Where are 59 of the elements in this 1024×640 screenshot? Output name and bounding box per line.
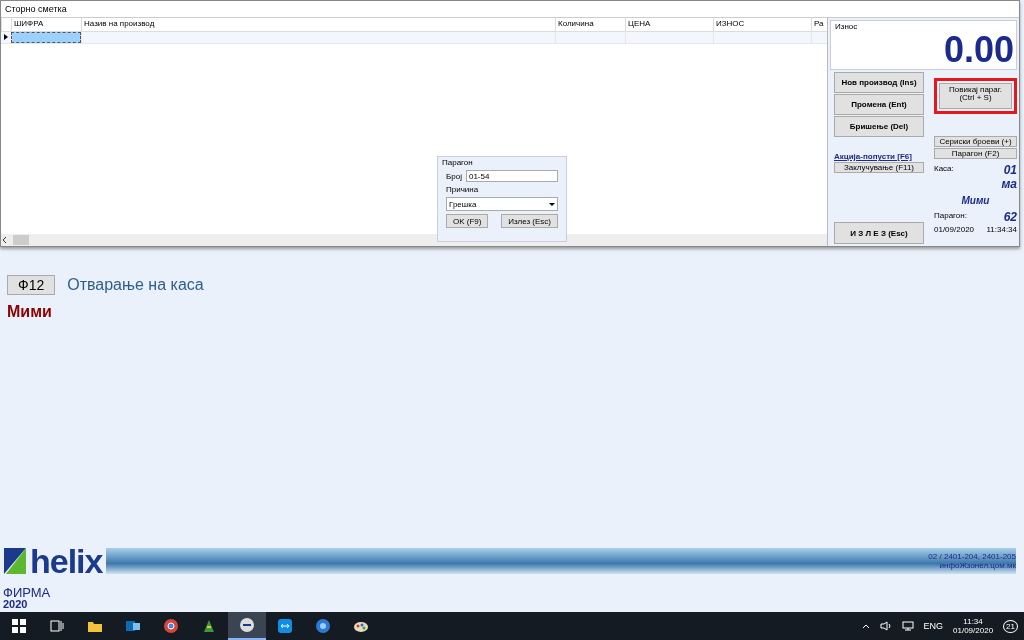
- help-icon: [315, 618, 331, 634]
- column-header[interactable]: Ра: [811, 18, 827, 31]
- app-icon: [239, 617, 255, 633]
- network-icon: [901, 621, 914, 631]
- year-text: 2020: [3, 599, 29, 609]
- company-name: ФИРМА: [3, 586, 52, 599]
- remote-icon: [277, 618, 293, 634]
- action-button[interactable]: Нов производ (Ins): [834, 72, 924, 93]
- horizontal-scrollbar[interactable]: [1, 234, 827, 246]
- scroll-thumb[interactable]: [13, 235, 29, 245]
- user-name: Мими: [961, 195, 990, 206]
- column-header[interactable]: ЦЕНА: [625, 18, 713, 31]
- clock[interactable]: 11:34 01/09/2020: [953, 617, 994, 635]
- amount-label: Износ: [835, 22, 858, 31]
- action-button[interactable]: Бришење (Del): [834, 116, 924, 137]
- action-label: Отварање на каса: [67, 276, 204, 294]
- lock-button[interactable]: Заклучување (F11): [834, 162, 924, 173]
- mail-icon: [125, 618, 141, 634]
- reason-dropdown[interactable]: Грешка: [446, 197, 558, 211]
- dialog-button[interactable]: Излез (Esc): [501, 214, 558, 228]
- column-header[interactable]: Количина: [555, 18, 625, 31]
- call-receipt-button[interactable]: Повикај параг. (Ctrl + S): [939, 83, 1012, 109]
- dialog-button[interactable]: OK (F9): [446, 214, 489, 228]
- table-cell[interactable]: [11, 32, 81, 43]
- windows-icon: [11, 618, 27, 634]
- user-name: Мими: [7, 303, 53, 321]
- column-header[interactable]: Назив на производ: [81, 18, 555, 31]
- field-label: Причина: [446, 185, 480, 194]
- receipt-label: Парагон:: [934, 210, 968, 222]
- caret-icon: [861, 623, 870, 629]
- column-header[interactable]: ИЗНОС: [713, 18, 811, 31]
- receipt-number: 62: [1003, 210, 1017, 224]
- shortcut-key[interactable]: Ф12: [7, 275, 56, 295]
- register-value: 01: [1003, 163, 1017, 177]
- task-view-icon: [49, 618, 65, 634]
- group-title: Парагон: [442, 158, 474, 167]
- logo: helix: [30, 541, 103, 581]
- receipt-time: 11:34:34: [986, 224, 1017, 235]
- register-code: ма: [1001, 177, 1017, 191]
- contact-text: инфоЖзонел.цом.мк: [939, 561, 1016, 570]
- field-label: Број: [446, 171, 462, 181]
- amount-value: 0.00: [943, 29, 1014, 71]
- app-icon: [201, 618, 217, 634]
- taskbar-button[interactable]: [228, 612, 266, 640]
- logo-icon: [2, 546, 28, 576]
- contact-text: 02 / 2401-204, 2401-205: [928, 552, 1016, 561]
- browser-icon: [163, 618, 179, 634]
- receipt-button[interactable]: Парагон (F2): [934, 148, 1017, 159]
- exit-button[interactable]: И З Л Е З (Esc): [834, 222, 924, 244]
- receipt-date: 01/09/2020: [934, 224, 976, 235]
- volume-icon: [879, 621, 892, 631]
- action-button[interactable]: Промена (Ent): [834, 94, 924, 115]
- column-header[interactable]: ШИФРА: [11, 18, 81, 31]
- discount-link[interactable]: Акција-попусти [F6]: [834, 152, 924, 161]
- language-indicator[interactable]: ENG: [923, 621, 944, 631]
- register-label: Каса:: [934, 163, 955, 175]
- serial-numbers-button[interactable]: Сериски броеви (+): [934, 136, 1017, 147]
- scroll-left-icon[interactable]: [1, 236, 9, 244]
- number-field[interactable]: 01-54: [465, 170, 558, 182]
